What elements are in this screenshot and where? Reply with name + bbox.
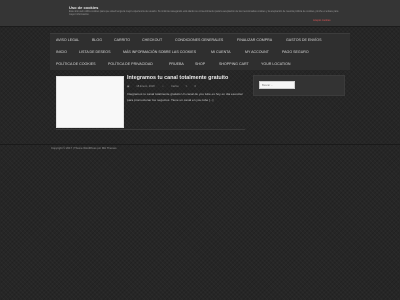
nav-item-checkout[interactable]: CHECKOUT xyxy=(142,34,162,46)
post-comments-count[interactable]: 0 xyxy=(194,85,196,88)
nav-item-inicio[interactable]: INICIO xyxy=(56,46,67,58)
nav-item-finalizar-compra[interactable]: FINALIZAR COMPRA xyxy=(237,34,272,46)
nav-item-carrito[interactable]: CARRITO xyxy=(114,34,130,46)
nav-item-your-location[interactable]: YOUR LOCATION xyxy=(261,58,291,70)
user-icon: ☺ xyxy=(161,85,165,88)
search-input[interactable] xyxy=(259,81,295,89)
sidebar-search-widget xyxy=(253,75,345,96)
cookie-notice-text: Este sitio web utiliza cookies para que … xyxy=(69,10,339,16)
footer-divider xyxy=(0,144,400,145)
main-navigation: AVISO LEGAL BLOG CARRITO CHECKOUT CONDIC… xyxy=(50,33,350,70)
nav-item-gastos-de-envios[interactable]: GASTOS DE ENVÍOS xyxy=(286,34,321,46)
nav-item-blog[interactable]: BLOG xyxy=(92,34,102,46)
comment-icon: ✎ xyxy=(185,85,188,88)
post-title[interactable]: Integramos tu canal totalmente gratuito xyxy=(127,75,228,81)
post-date: 18 Enero, 2018 xyxy=(136,85,155,88)
nav-item-my-account[interactable]: MY ACCOUNT xyxy=(245,46,269,58)
nav-item-shop[interactable]: SHOP xyxy=(195,58,205,70)
nav-item-aviso-legal[interactable]: AVISO LEGAL xyxy=(56,34,79,46)
post-thumbnail[interactable] xyxy=(56,76,124,128)
nav-item-condiciones-generales[interactable]: CONDICIONES GENERALES xyxy=(175,34,223,46)
nav-item-lista-de-deseos[interactable]: LISTA DE DESEOS xyxy=(79,46,111,58)
footer-copyright: Copyright © 2017 | Theme WordPress por M… xyxy=(51,147,117,150)
nav-item-mas-informacion-cookies[interactable]: MÁS INFORMACIÓN SOBRE LAS COOKIES xyxy=(123,46,196,58)
nav-item-politica-de-privacidad[interactable]: POLÍTICA DE PRIVACIDAD xyxy=(108,58,153,70)
nav-item-shopping-cart[interactable]: SHOPPING CART xyxy=(219,58,249,70)
cookie-notice-bar: Uso de cookies Este sitio web utiliza co… xyxy=(0,0,400,27)
post-author[interactable]: Carlos xyxy=(171,85,179,88)
calendar-icon: ▣ xyxy=(127,85,130,88)
post-excerpt: Integramos tu canal totalmente gratuito … xyxy=(127,92,243,102)
post-divider xyxy=(56,129,245,130)
nav-item-prueba[interactable]: PRUEBA xyxy=(169,58,184,70)
post-meta: ▣ 18 Enero, 2018 ☺ Carlos ✎ 0 xyxy=(127,84,202,88)
nav-item-pago-seguro[interactable]: PAGO SEGURO xyxy=(282,46,309,58)
accept-cookies-link[interactable]: Acepto cookies xyxy=(313,19,331,22)
nav-item-politica-de-cookies[interactable]: POLÍTICA DE COOKIES xyxy=(56,58,96,70)
nav-item-mi-cuenta[interactable]: MI CUENTA xyxy=(211,46,231,58)
